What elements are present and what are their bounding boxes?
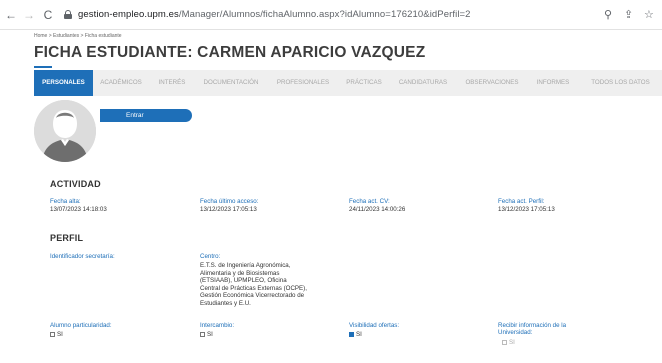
url-host: gestion-empleo.upm.es bbox=[78, 9, 179, 20]
avatar bbox=[34, 100, 96, 162]
title-underline bbox=[34, 66, 52, 68]
alumno-particularidad-option[interactable]: SI bbox=[50, 331, 63, 338]
tab-personales[interactable]: PERSONALES bbox=[34, 70, 93, 96]
share-icon[interactable]: ⇪ bbox=[624, 8, 633, 21]
tab-bar: PERSONALES ACADÉMICOS INTERÉS DOCUMENTAC… bbox=[34, 70, 662, 96]
intercambio-label: Intercambio: bbox=[200, 322, 235, 329]
bookmark-star-icon[interactable]: ☆ bbox=[644, 8, 654, 21]
centro-value: E.T.S. de Ingeniería Agronómica, Aliment… bbox=[200, 262, 307, 307]
tab-candidaturas[interactable]: CANDIDATURAS bbox=[389, 70, 457, 96]
fecha-ultimo-acceso-label: Fecha último acceso: bbox=[200, 198, 259, 205]
browser-toolbar: ← → C gestion-empleo.upm.es/Manager/Alum… bbox=[0, 0, 662, 30]
actividad-section-title: ACTIVIDAD bbox=[50, 179, 101, 189]
enter-button[interactable]: Entrar bbox=[100, 109, 192, 122]
recibir-informacion-checkbox bbox=[502, 339, 507, 345]
visibilidad-ofertas-checkbox[interactable] bbox=[349, 331, 354, 337]
fecha-act-cv-value: 24/11/2023 14:00:26 bbox=[349, 206, 406, 213]
recibir-informacion-option: SI bbox=[502, 339, 515, 346]
page-title: FICHA ESTUDIANTE: CARMEN APARICIO VAZQUE… bbox=[34, 44, 426, 61]
visibilidad-ofertas-label: Visibilidad ofertas: bbox=[349, 322, 400, 329]
fecha-act-perfil-value: 13/12/2023 17:05:13 bbox=[498, 206, 555, 213]
intercambio-option[interactable]: SI bbox=[200, 331, 213, 338]
tab-academicos[interactable]: ACADÉMICOS bbox=[93, 70, 149, 96]
zoom-icon[interactable]: ⚲ bbox=[604, 8, 612, 21]
tab-profesionales[interactable]: PROFESIONALES bbox=[267, 70, 339, 96]
fecha-act-perfil-label: Fecha act. Perfil: bbox=[498, 198, 545, 205]
user-silhouette-icon bbox=[34, 100, 96, 162]
intercambio-option-label: SI bbox=[207, 331, 213, 338]
fecha-alta-label: Fecha alta: bbox=[50, 198, 81, 205]
tab-practicas[interactable]: PRÁCTICAS bbox=[339, 70, 389, 96]
identificador-secretaria-label: Identificador secretaría: bbox=[50, 253, 115, 260]
visibilidad-ofertas-option[interactable]: SI bbox=[349, 331, 362, 338]
intercambio-checkbox[interactable] bbox=[200, 331, 205, 337]
tab-informes[interactable]: INFORMES bbox=[527, 70, 579, 96]
reload-icon[interactable]: C bbox=[41, 8, 55, 22]
centro-label: Centro: bbox=[200, 253, 221, 260]
back-arrow-icon[interactable]: ← bbox=[4, 8, 18, 22]
alumno-particularidad-label: Alumno particularidad: bbox=[50, 322, 112, 329]
fecha-alta-value: 13/07/2023 14:18:03 bbox=[50, 206, 107, 213]
forward-arrow-icon[interactable]: → bbox=[22, 8, 36, 22]
tab-todos-los-datos[interactable]: TODOS LOS DATOS bbox=[579, 70, 662, 96]
visibilidad-ofertas-option-label: SI bbox=[356, 331, 362, 338]
url-path: /Manager/Alumnos/fichaAlumno.aspx?idAlum… bbox=[178, 9, 471, 20]
fecha-act-cv-label: Fecha act. CV: bbox=[349, 198, 390, 205]
address-bar[interactable]: gestion-empleo.upm.es/Manager/Alumnos/fi… bbox=[78, 9, 471, 20]
fecha-ultimo-acceso-value: 13/12/2023 17:05:13 bbox=[200, 206, 257, 213]
lock-icon[interactable] bbox=[64, 10, 72, 19]
breadcrumb[interactable]: Home > Estudiantes > Ficha estudiante bbox=[34, 33, 122, 39]
tab-documentacion[interactable]: DOCUMENTACIÓN bbox=[195, 70, 267, 96]
tab-interes[interactable]: INTERÉS bbox=[149, 70, 195, 96]
recibir-informacion-option-label: SI bbox=[509, 339, 515, 346]
perfil-section-title: PERFIL bbox=[50, 233, 84, 243]
alumno-particularidad-checkbox[interactable] bbox=[50, 331, 55, 337]
recibir-informacion-label: Recibir información de la Universidad: bbox=[498, 322, 567, 337]
tab-observaciones[interactable]: OBSERVACIONES bbox=[457, 70, 527, 96]
alumno-particularidad-option-label: SI bbox=[57, 331, 63, 338]
